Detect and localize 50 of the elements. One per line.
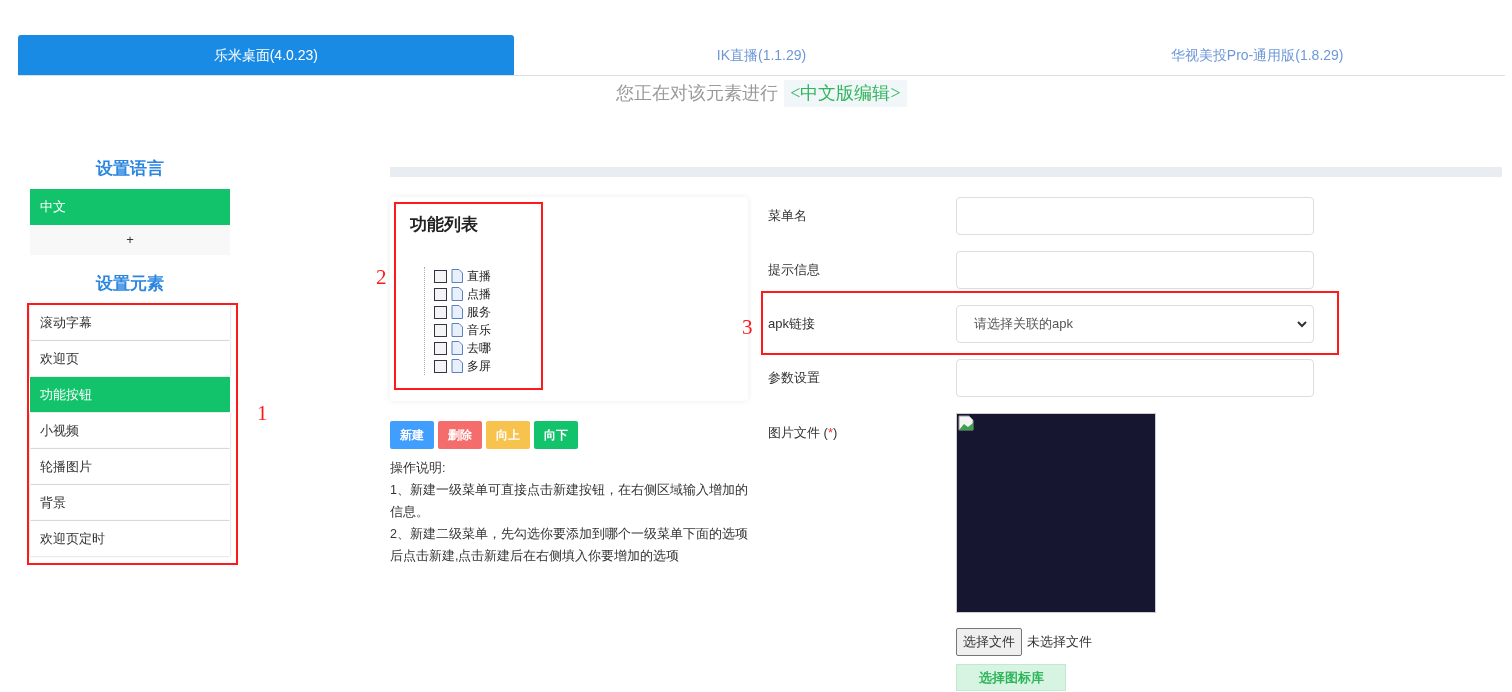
annotation-number: 1	[257, 400, 268, 427]
tree-item-label[interactable]: 直播	[467, 267, 491, 285]
instruction-text: 1、新建一级菜单可直接点击新建按钮，在右侧区域输入增加的信息。	[390, 482, 748, 521]
element-item[interactable]: 小视频	[30, 413, 230, 448]
checkbox[interactable]	[434, 341, 447, 355]
instruction-text: 2、新建二级菜单，先勾选你要添加到哪个一级菜单下面的选项后点击新建,点击新建后在右侧填入你要增加的选项	[390, 526, 748, 565]
element-item[interactable]: 背景	[30, 485, 230, 520]
annotation-number: 2	[376, 264, 387, 291]
input-field[interactable]	[956, 197, 1314, 235]
input-field[interactable]	[956, 251, 1314, 289]
checkbox[interactable]	[434, 359, 447, 373]
field-label: 图片文件 (*)	[768, 424, 839, 442]
file-status: 未选择文件	[1027, 633, 1092, 652]
file-icon	[451, 287, 463, 301]
section-heading: 设置元素	[94, 273, 165, 295]
element-item[interactable]: 欢迎页定时	[30, 521, 230, 556]
section-heading: 设置语言	[94, 158, 165, 180]
card-title: 功能列表	[410, 214, 479, 236]
chevron-down-icon	[1297, 320, 1307, 328]
element-item[interactable]: 滚动字幕	[30, 305, 230, 340]
field-label: apk链接	[768, 315, 816, 334]
file-icon	[451, 269, 463, 283]
language-badge: <中文版编辑>	[784, 79, 907, 107]
field-label: 提示信息	[768, 261, 821, 280]
tree-item-label[interactable]: 服务	[467, 303, 491, 321]
add-language-button[interactable]: +	[30, 225, 230, 255]
instruction-text: 操作说明:	[390, 460, 447, 477]
element-item[interactable]: 轮播图片	[30, 449, 230, 484]
apk-select[interactable]: 请选择关联的apk	[956, 305, 1314, 343]
file-icon	[451, 305, 463, 319]
checkbox[interactable]	[434, 323, 447, 337]
field-label: 参数设置	[768, 369, 821, 388]
input-field[interactable]	[956, 359, 1314, 397]
tree-item-label[interactable]: 去哪	[467, 339, 491, 357]
file-icon	[451, 341, 463, 355]
tree-item-label[interactable]: 多屏	[467, 357, 491, 375]
field-label: 菜单名	[768, 207, 808, 226]
file-icon	[451, 323, 463, 337]
tree-item-label[interactable]: 音乐	[467, 321, 491, 339]
tab[interactable]: 乐米桌面(4.0.23)	[18, 35, 514, 75]
tree-item-label[interactable]: 点播	[467, 285, 491, 303]
choose-file-button[interactable]: 选择文件	[956, 628, 1022, 656]
element-item[interactable]: 欢迎页	[30, 341, 230, 376]
checkbox[interactable]	[434, 305, 447, 319]
annotation-number: 3	[742, 314, 753, 341]
checkbox[interactable]	[434, 269, 447, 283]
file-icon	[451, 359, 463, 373]
broken-image-icon	[958, 415, 974, 431]
editing-notice: 您正在对该元素进行	[616, 81, 779, 105]
checkbox[interactable]	[434, 287, 447, 301]
